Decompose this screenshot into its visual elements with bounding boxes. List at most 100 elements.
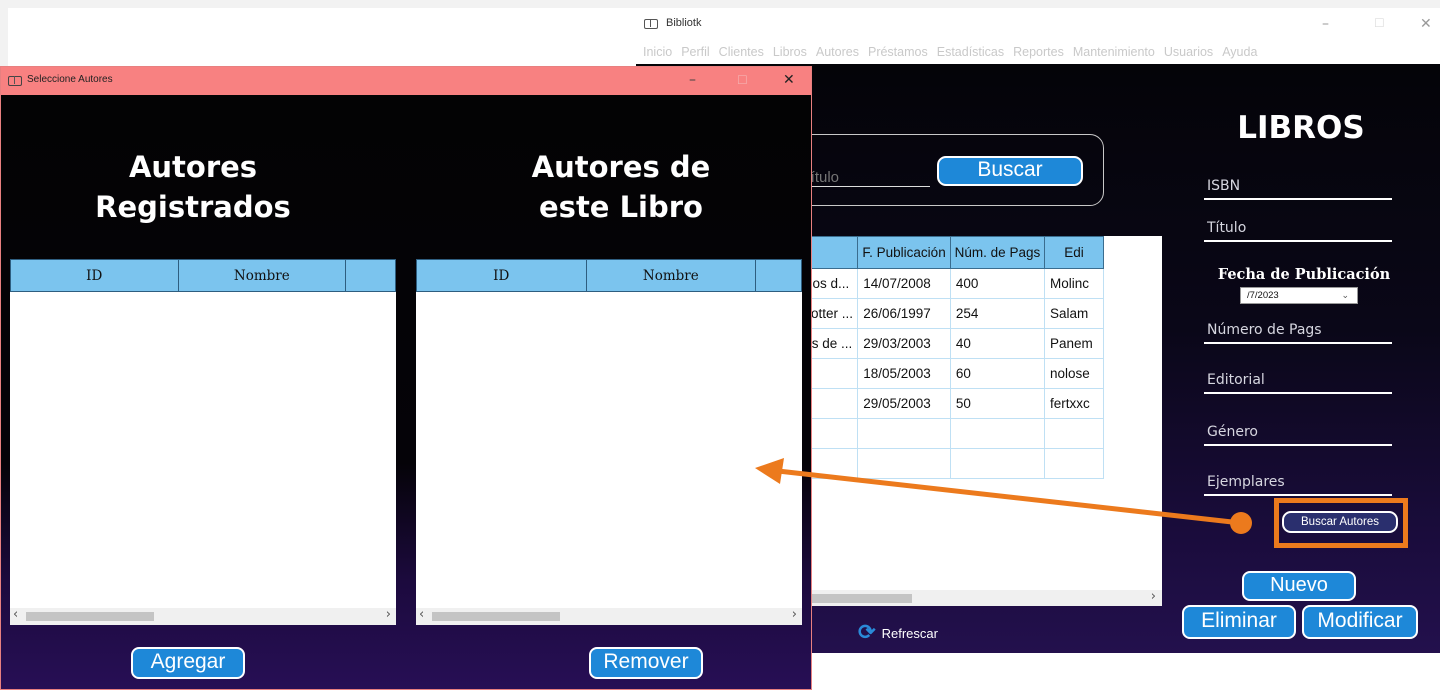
refresh-icon: ⟳: [858, 621, 876, 644]
seleccione-autores-dialog: Seleccione Autores – ☐ ✕ Autores Registr…: [0, 66, 812, 690]
dialog-title: Seleccione Autores: [27, 74, 113, 85]
close-button[interactable]: ✕: [1420, 16, 1432, 32]
nuevo-button[interactable]: Nuevo: [1242, 571, 1356, 601]
table-header-row: Título F. Publicación Núm. de Pags Edi: [786, 236, 1104, 269]
table-cell: nolose: [1044, 358, 1104, 389]
ejemplares-field[interactable]: [1204, 470, 1392, 496]
dialog-minimize-button[interactable]: –: [689, 72, 696, 88]
table-row[interactable]: [786, 448, 1104, 479]
menu-inicio[interactable]: Inicio: [643, 40, 672, 64]
column-header-blank: [345, 259, 396, 292]
agregar-button[interactable]: Agregar: [131, 647, 245, 679]
dialog-body: Autores Registrados Autores de este Libr…: [1, 95, 811, 689]
remover-button[interactable]: Remover: [589, 647, 703, 679]
table-row[interactable]: [786, 418, 1104, 449]
book-icon: [644, 19, 658, 29]
genero-field[interactable]: [1204, 420, 1392, 446]
autores-registrados-table[interactable]: ID Nombre ‹ ›: [10, 259, 396, 625]
table-cell: Salam: [1044, 298, 1104, 329]
menu-libros[interactable]: Libros: [773, 40, 807, 64]
table-cell: fertxxc: [1044, 388, 1104, 419]
heading-line: este Libro: [539, 190, 703, 224]
autores-libro-heading: Autores de este Libro: [461, 147, 781, 227]
column-header-fecha[interactable]: F. Publicación: [857, 236, 951, 269]
main-window-title: Bibliotk: [666, 17, 702, 29]
table-cell: Panem: [1044, 328, 1104, 359]
table-cell: 29/03/2003: [857, 328, 951, 359]
background-blank-area: [8, 8, 636, 66]
table-cell: [949, 448, 1046, 479]
column-header-nombre[interactable]: Nombre: [585, 259, 757, 292]
isbn-field[interactable]: [1204, 174, 1392, 200]
form-title: LIBROS: [1237, 110, 1365, 146]
menu-prestamos[interactable]: Préstamos: [868, 40, 928, 64]
minimize-button[interactable]: –: [1322, 16, 1329, 32]
menu-clientes[interactable]: Clientes: [719, 40, 764, 64]
scrollbar-thumb[interactable]: [432, 612, 560, 621]
menu-bar: Inicio Perfil Clientes Libros Autores Préstam…: [636, 40, 1440, 64]
table-cell: Molinc: [1044, 268, 1104, 299]
dialog-close-button[interactable]: ✕: [783, 72, 795, 88]
autores-libro-table[interactable]: ID Nombre ‹ ›: [416, 259, 802, 625]
table-row[interactable]: juegos d... 14/07/2008 400 Molinc: [786, 268, 1104, 299]
main-titlebar: Bibliotk – ☐ ✕: [636, 8, 1440, 40]
column-header-nombre[interactable]: Nombre: [177, 259, 347, 292]
column-header-id[interactable]: ID: [10, 259, 179, 292]
scroll-right-arrow-icon[interactable]: ›: [792, 607, 797, 622]
dialog-titlebar: Seleccione Autores – ☐ ✕: [1, 67, 811, 95]
table-cell: 254: [949, 298, 1046, 329]
table-cell: 18/05/2003: [857, 358, 951, 389]
maximize-button[interactable]: ☐: [1374, 16, 1385, 30]
horizontal-scrollbar[interactable]: ‹ ›: [416, 607, 802, 625]
menu-ayuda[interactable]: Ayuda: [1222, 40, 1257, 64]
table-cell: [1044, 448, 1104, 479]
menu-perfil[interactable]: Perfil: [681, 40, 709, 64]
num-pags-field[interactable]: [1204, 318, 1392, 344]
autores-registrados-heading: Autores Registrados: [33, 147, 353, 227]
table-row[interactable]: nicas de ... 29/03/2003 40 Panem: [786, 328, 1104, 359]
refresh-button[interactable]: ⟳ Refrescar: [858, 620, 938, 646]
menu-mantenimiento[interactable]: Mantenimiento: [1073, 40, 1155, 64]
book-icon: [8, 76, 22, 86]
menu-autores[interactable]: Autores: [816, 40, 859, 64]
heading-line: Autores: [128, 150, 258, 184]
menu-usuarios[interactable]: Usuarios: [1164, 40, 1213, 64]
table-cell: 400: [949, 268, 1046, 299]
date-value: /7/2023: [1247, 290, 1279, 301]
column-header-editorial[interactable]: Edi: [1044, 236, 1104, 269]
scroll-left-arrow-icon[interactable]: ‹: [13, 607, 18, 622]
table-cell: [1044, 418, 1104, 449]
table-cell: 14/07/2008: [857, 268, 951, 299]
dialog-maximize-button[interactable]: ☐: [737, 73, 748, 87]
eliminar-button[interactable]: Eliminar: [1182, 605, 1296, 639]
horizontal-scrollbar[interactable]: ‹ ›: [10, 607, 396, 625]
fecha-publicacion-picker[interactable]: /7/2023 ⌄: [1240, 287, 1358, 304]
column-header-id[interactable]: ID: [416, 259, 587, 292]
table-row[interactable]: ry Potter ... 26/06/1997 254 Salam: [786, 298, 1104, 329]
titulo-field[interactable]: [1204, 216, 1392, 242]
books-horizontal-scrollbar[interactable]: ›: [786, 589, 1162, 606]
table-row[interactable]: 29/05/2003 50 fertxxc: [786, 388, 1104, 419]
table-cell: [857, 448, 951, 479]
scrollbar-thumb[interactable]: [26, 612, 154, 621]
scroll-right-arrow-icon[interactable]: ›: [1151, 589, 1156, 604]
scroll-left-arrow-icon[interactable]: ‹: [419, 607, 424, 622]
table-header-row: ID Nombre: [10, 259, 396, 292]
chevron-down-icon: ⌄: [1341, 290, 1349, 300]
table-cell: [949, 418, 1046, 449]
table-row[interactable]: ja 18/05/2003 60 nolose: [786, 358, 1104, 389]
books-table[interactable]: Título F. Publicación Núm. de Pags Edi j…: [786, 236, 1162, 606]
table-cell: 29/05/2003: [857, 388, 951, 419]
search-button[interactable]: Buscar: [937, 156, 1083, 186]
heading-line: Autores de: [531, 150, 711, 184]
scroll-right-arrow-icon[interactable]: ›: [386, 607, 391, 622]
menu-estadisticas[interactable]: Estadísticas: [937, 40, 1004, 64]
refresh-label: Refrescar: [881, 625, 938, 641]
editorial-field[interactable]: [1204, 368, 1392, 394]
column-header-num-pags[interactable]: Núm. de Pags: [949, 236, 1046, 269]
table-header-row: ID Nombre: [416, 259, 802, 292]
modificar-button[interactable]: Modificar: [1302, 605, 1418, 639]
column-header-blank: [755, 259, 802, 292]
buscar-autores-button[interactable]: Buscar Autores: [1282, 511, 1398, 533]
menu-reportes[interactable]: Reportes: [1013, 40, 1064, 64]
